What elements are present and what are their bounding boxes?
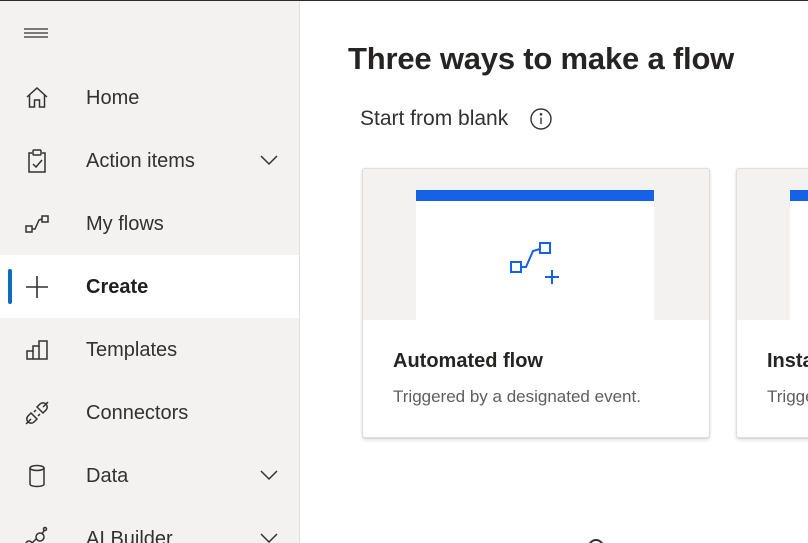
main-content: Three ways to make a flow Start from bla… (300, 1, 808, 543)
card-title: Automated flow (393, 350, 543, 372)
card-preview-window (790, 190, 808, 320)
automated-flow-card[interactable]: Automated flow Triggered by a designated… (362, 168, 710, 438)
section-title: Start from blank (360, 107, 509, 130)
partial-icon (588, 539, 604, 543)
sidebar-item-create[interactable]: Create (0, 255, 299, 318)
sidebar-item-label: Action items (86, 150, 195, 172)
sidebar-item-data[interactable]: Data (0, 444, 299, 507)
chevron-down-icon[interactable] (258, 529, 280, 543)
sidebar-item-label: Templates (86, 339, 178, 361)
instant-flow-card[interactable]: Instant cloud flow Trigger manually as n… (736, 168, 808, 438)
card-title: Instant cloud flow (767, 350, 808, 372)
sidebar-item-connectors[interactable]: Connectors (0, 381, 299, 444)
card-description: Trigger manually as needed. (767, 387, 808, 406)
chevron-down-icon[interactable] (258, 466, 280, 484)
chevron-down-icon[interactable] (258, 151, 280, 169)
sidebar-item-label: My flows (86, 213, 164, 235)
card-preview (737, 169, 808, 320)
sidebar-item-label: Connectors (86, 402, 189, 424)
selected-indicator (8, 269, 12, 304)
database-icon (24, 463, 50, 489)
clipboard-check-icon (24, 148, 50, 174)
sidebar-item-home[interactable]: Home (0, 66, 299, 129)
sidebar-item-ai-builder[interactable]: AI Builder (0, 507, 299, 543)
info-icon[interactable] (529, 107, 553, 131)
sidebar-item-label: Data (86, 465, 129, 487)
card-preview (363, 169, 709, 320)
left-navigation: Home Action items My flows Create Templa… (0, 1, 300, 543)
plug-icon (24, 400, 50, 426)
ai-builder-icon (24, 526, 50, 543)
sidebar-item-label: AI Builder (86, 528, 173, 543)
sidebar-item-templates[interactable]: Templates (0, 318, 299, 381)
page-title: Three ways to make a flow (348, 41, 735, 76)
templates-icon (24, 337, 50, 363)
sidebar-item-my-flows[interactable]: My flows (0, 192, 299, 255)
automated-flow-icon (509, 237, 563, 287)
home-icon (24, 85, 50, 111)
plus-icon (24, 274, 50, 300)
card-preview-bar (416, 190, 654, 201)
sidebar-item-action-items[interactable]: Action items (0, 129, 299, 192)
hamburger-icon[interactable] (24, 25, 48, 41)
sidebar-item-label: Home (86, 87, 140, 109)
sidebar-item-label: Create (86, 276, 149, 298)
card-preview-bar (790, 190, 808, 201)
flow-icon (24, 211, 50, 237)
card-preview-window (416, 190, 654, 320)
card-description: Triggered by a designated event. (393, 387, 641, 406)
